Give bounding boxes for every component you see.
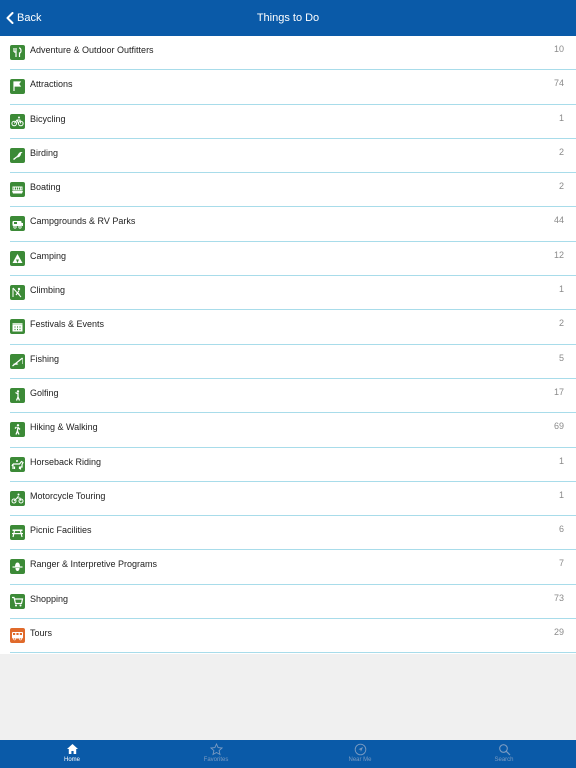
list-item[interactable]: Horseback Riding 1 bbox=[0, 448, 576, 482]
list-item-count: 5 bbox=[558, 352, 564, 363]
row-divider bbox=[10, 652, 576, 654]
list-item-label: Horseback Riding bbox=[30, 456, 102, 467]
back-label: Back bbox=[17, 12, 42, 24]
list-item-count: 7 bbox=[558, 558, 564, 569]
outfitters-icon bbox=[10, 45, 25, 60]
list-item-label: Picnic Facilities bbox=[30, 525, 92, 536]
list-item[interactable]: Camping 12 bbox=[0, 242, 576, 277]
list-item-count: 6 bbox=[558, 524, 564, 535]
list-item[interactable]: Picnic Facilities 6 bbox=[0, 516, 576, 551]
golf-icon bbox=[10, 387, 25, 403]
list-item-label: Campgrounds & RV Parks bbox=[30, 216, 136, 227]
boat-icon bbox=[10, 182, 25, 198]
list-item-label: Bicycling bbox=[30, 113, 66, 124]
list-item[interactable]: Campgrounds & RV Parks 44 bbox=[0, 207, 576, 242]
list-item-label: Shopping bbox=[30, 593, 69, 604]
tour-bus-icon bbox=[10, 628, 25, 644]
list-item-count: 1 bbox=[558, 284, 564, 295]
ranger-icon bbox=[10, 559, 25, 575]
list-item[interactable]: Boating 2 bbox=[0, 173, 576, 208]
list-item-label: Birding bbox=[30, 147, 59, 158]
list-item-label: Golfing bbox=[30, 387, 59, 398]
nav-bar: Back Things to Do bbox=[0, 0, 576, 36]
list-item-label: Camping bbox=[30, 250, 67, 261]
motorcycle-icon bbox=[10, 490, 25, 506]
tab-label: Near Me bbox=[348, 757, 372, 763]
chevron-left-icon bbox=[6, 12, 14, 24]
calendar-icon bbox=[10, 319, 25, 335]
horse-icon bbox=[10, 456, 25, 472]
list-item-count: 1 bbox=[558, 455, 564, 466]
list-item[interactable]: Hiking & Walking 69 bbox=[0, 413, 576, 448]
tab-bar: Home Favorites Near Me Search bbox=[0, 740, 576, 768]
bird-icon bbox=[10, 147, 25, 163]
list-item-label: Festivals & Events bbox=[30, 319, 105, 330]
list-item-count: 73 bbox=[553, 592, 564, 603]
list-item-count: 44 bbox=[553, 215, 564, 226]
list-item-count: 1 bbox=[558, 489, 564, 500]
bicycle-icon bbox=[10, 113, 25, 129]
location-arrow-icon bbox=[320, 743, 400, 756]
list-item-label: Adventure & Outdoor Outfitters bbox=[30, 45, 154, 55]
list-item[interactable]: Fishing 5 bbox=[0, 345, 576, 379]
list-item-label: Attractions bbox=[30, 79, 73, 90]
list-item-count: 29 bbox=[553, 627, 564, 638]
tab-near-me[interactable]: Near Me bbox=[320, 740, 400, 768]
list-item-label: Fishing bbox=[30, 353, 60, 364]
list-item-label: Ranger & Interpretive Programs bbox=[30, 559, 158, 570]
picnic-table-icon bbox=[10, 525, 25, 541]
list-item-label: Boating bbox=[30, 182, 61, 193]
list-item[interactable]: Bicycling 1 bbox=[0, 105, 576, 139]
list-item[interactable]: Ranger & Interpretive Programs 7 bbox=[0, 550, 576, 585]
list-item-count: 10 bbox=[553, 44, 564, 54]
list-item-count: 2 bbox=[558, 318, 564, 329]
tab-favorites[interactable]: Favorites bbox=[176, 740, 256, 768]
list-item-count: 1 bbox=[558, 112, 564, 123]
list-item[interactable]: Shopping 73 bbox=[0, 585, 576, 620]
back-button[interactable]: Back bbox=[6, 0, 41, 36]
flag-icon bbox=[10, 79, 25, 95]
list-item[interactable]: Climbing 1 bbox=[0, 276, 576, 311]
list-item[interactable]: Festivals & Events 2 bbox=[0, 310, 576, 345]
rv-icon bbox=[10, 216, 25, 232]
list-item[interactable]: Tours 29 bbox=[0, 619, 576, 654]
list-item-count: 2 bbox=[558, 181, 564, 192]
tab-label: Home bbox=[63, 757, 80, 763]
list-item[interactable]: Golfing 17 bbox=[0, 379, 576, 414]
list-item-count: 74 bbox=[553, 78, 564, 89]
list-item-count: 17 bbox=[553, 386, 564, 397]
list-item-count: 2 bbox=[558, 146, 564, 157]
list-item-count: 69 bbox=[553, 421, 564, 432]
hiking-icon bbox=[10, 422, 25, 438]
list-item[interactable]: Adventure & Outdoor Outfitters 10 bbox=[0, 36, 576, 71]
list-item-label: Climbing bbox=[30, 285, 66, 296]
tent-icon bbox=[10, 250, 25, 266]
tab-home[interactable]: Home bbox=[32, 740, 112, 768]
shopping-cart-icon bbox=[10, 593, 25, 609]
activity-list: Adventure & Outdoor Outfitters 10 Attracti… bbox=[0, 36, 576, 654]
tab-label: Search bbox=[494, 757, 514, 763]
tab-search[interactable]: Search bbox=[464, 740, 544, 768]
home-icon bbox=[32, 743, 112, 756]
list-item-label: Motorcycle Touring bbox=[30, 490, 106, 501]
page-title: Things to Do bbox=[256, 12, 320, 24]
list-item-label: Tours bbox=[30, 628, 53, 639]
list-item[interactable]: Attractions 74 bbox=[0, 70, 576, 105]
search-icon bbox=[464, 743, 544, 756]
star-icon bbox=[176, 743, 256, 756]
tab-label: Favorites bbox=[203, 757, 229, 763]
list-item[interactable]: Birding 2 bbox=[0, 139, 576, 174]
climbing-icon bbox=[10, 285, 25, 301]
fishing-icon bbox=[10, 353, 25, 369]
list-item-count: 12 bbox=[553, 249, 564, 260]
list-item[interactable]: Motorcycle Touring 1 bbox=[0, 482, 576, 517]
list-item-label: Hiking & Walking bbox=[30, 422, 98, 433]
